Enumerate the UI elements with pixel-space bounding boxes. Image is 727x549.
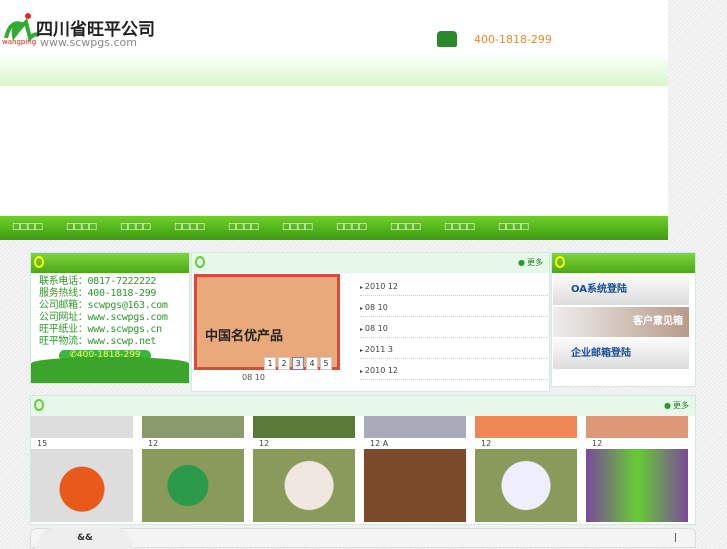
phone-icon	[437, 31, 457, 47]
nav-item[interactable]: □□□□	[444, 216, 498, 240]
product-image[interactable]	[364, 449, 466, 522]
product-label: 12	[592, 439, 603, 448]
news-item[interactable]: 2010 12	[360, 359, 548, 380]
main-nav: □□□□ □□□□ □□□□ □□□□ □□□□ □□□□ □□□□ □□□□ …	[0, 216, 668, 240]
company-url: www.scwpgs.com	[40, 36, 137, 49]
nav-item[interactable]: □□□□	[228, 216, 282, 240]
product-label: 12 A	[370, 439, 389, 448]
header-gradient	[0, 52, 668, 86]
product-image[interactable]	[364, 416, 466, 438]
product-image[interactable]	[142, 449, 244, 522]
box-header: 更多	[31, 396, 695, 416]
oa-login-button[interactable]: OA系统登陆	[553, 275, 689, 305]
footer-separator: |	[673, 533, 677, 543]
logo-subtitle: wangping	[2, 38, 37, 46]
slide-page[interactable]: 2	[278, 357, 290, 370]
pin-icon	[195, 256, 205, 268]
footer-tab[interactable]: &&	[37, 527, 133, 549]
nav-item[interactable]: □□□□	[66, 216, 120, 240]
nav-item[interactable]: □□□□	[12, 216, 66, 240]
box-header	[552, 253, 695, 273]
news-item[interactable]: 2010 12	[360, 275, 548, 296]
footer-bar: && |	[30, 527, 696, 549]
feedback-button[interactable]: 客户意见箱	[553, 307, 689, 337]
product-image[interactable]	[253, 449, 355, 522]
slide-page[interactable]: 4	[306, 357, 318, 370]
pin-icon	[34, 399, 44, 411]
product-image[interactable]	[31, 416, 133, 438]
box-header	[31, 253, 189, 273]
contact-box: 联系电话：0817-7222222 服务热线：400-1818-299 公司邮箱…	[30, 252, 190, 384]
contact-line: 服务热线：400-1818-299	[39, 288, 157, 299]
news-item[interactable]: 08 10	[360, 317, 548, 338]
nav-item[interactable]: □□□□	[120, 216, 174, 240]
certificate-text: 中国名优产品	[205, 329, 284, 344]
nav-item[interactable]: □□□□	[282, 216, 336, 240]
contact-line: 联系电话：0817-7222222	[39, 276, 157, 287]
nav-item[interactable]: □□□□	[174, 216, 228, 240]
product-image[interactable]	[253, 416, 355, 438]
box-header: 更多	[192, 253, 549, 273]
product-image[interactable]	[31, 449, 133, 522]
slide-page[interactable]: 5	[320, 357, 332, 370]
more-link[interactable]: 更多	[664, 400, 689, 411]
contact-line: 公司网址：www.scwpgs.com	[39, 312, 168, 323]
product-label: 12	[259, 439, 270, 448]
product-label: 12	[481, 439, 492, 448]
pin-icon	[34, 256, 44, 268]
products-box: 更多 15 12 12 12 A 12 12	[30, 395, 696, 525]
news-item[interactable]: 08 10	[360, 296, 548, 317]
product-image[interactable]	[475, 416, 577, 438]
contact-line: 旺平纸业：www.scwpgs.cn	[39, 324, 162, 335]
more-link[interactable]: 更多	[518, 257, 543, 268]
decorative-wave	[31, 357, 189, 383]
contact-line: 旺平物流：www.scwp.net	[39, 336, 157, 347]
slide-page-active[interactable]: 3	[292, 357, 304, 370]
pin-icon	[555, 256, 565, 268]
product-image[interactable]	[142, 416, 244, 438]
product-image[interactable]	[586, 416, 688, 438]
contact-line: 公司邮箱：scwpgs@163.com	[39, 300, 168, 311]
nav-item[interactable]: □□□□	[390, 216, 444, 240]
services-box: OA系统登陆 客户意见箱 企业邮箱登陆	[551, 252, 696, 387]
product-label: 15	[37, 439, 48, 448]
news-item[interactable]: 2011 3	[360, 338, 548, 359]
nav-item[interactable]: □□□□	[336, 216, 390, 240]
nav-item[interactable]: □□□□	[498, 216, 552, 240]
product-image[interactable]	[475, 449, 577, 522]
product-label: 12	[148, 439, 159, 448]
news-box: 更多 中国名优产品 1 2 3 4 5 08 10 2010 12 08 10 …	[191, 252, 550, 392]
certificate-slideshow[interactable]: 中国名优产品	[194, 274, 340, 370]
slide-page[interactable]: 1	[264, 357, 276, 370]
header-phone: 400-1818-299	[474, 33, 552, 46]
slide-caption: 08 10	[242, 373, 265, 382]
email-login-button[interactable]: 企业邮箱登陆	[553, 339, 689, 369]
product-image[interactable]	[586, 449, 688, 522]
